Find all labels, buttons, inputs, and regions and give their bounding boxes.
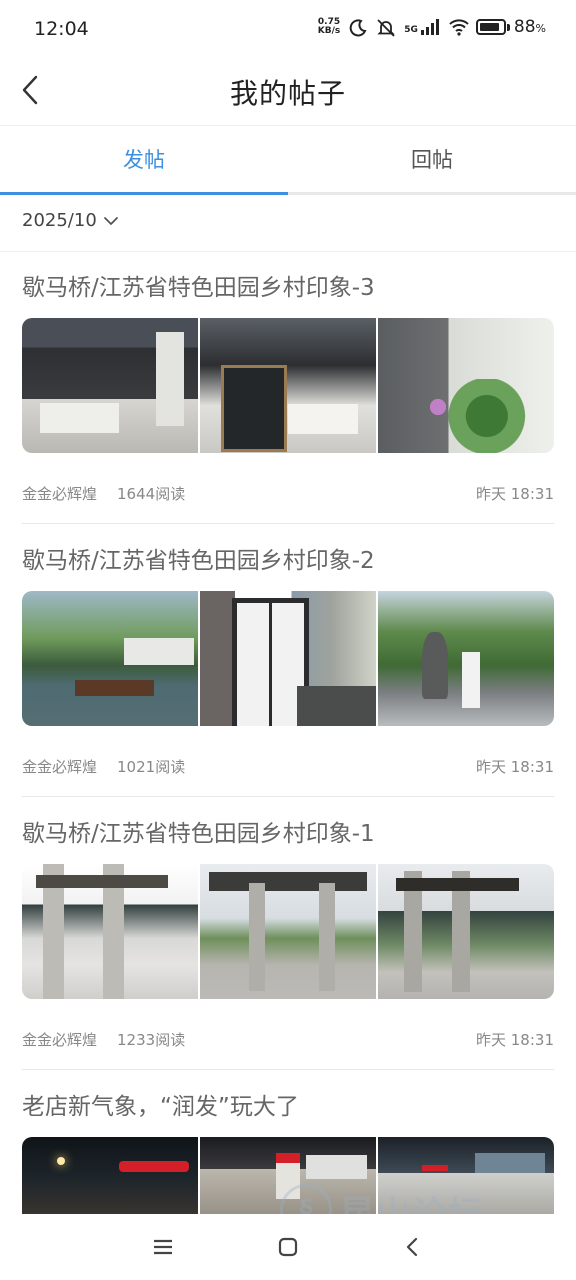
post-item[interactable]: 歇马桥/江苏省特色田园乡村印象-1 金金必辉煌 1233阅读 昨天 18:31 <box>22 819 554 1070</box>
post-read-count: 1233阅读 <box>117 1031 186 1049</box>
post-image[interactable] <box>22 1137 198 1217</box>
post-time: 昨天 18:31 <box>476 485 554 503</box>
moon-icon <box>348 18 368 37</box>
chevron-down-icon <box>103 216 118 225</box>
post-image-gallery[interactable] <box>22 318 554 453</box>
back-icon <box>406 1237 418 1257</box>
post-meta: 金金必辉煌 1021阅读 昨天 18:31 <box>22 756 554 777</box>
post-image[interactable] <box>22 318 198 453</box>
divider <box>0 251 576 252</box>
post-time: 昨天 18:31 <box>476 1031 554 1049</box>
post-time: 昨天 18:31 <box>476 758 554 776</box>
month-filter-dropdown[interactable]: 2025/10 <box>22 210 119 231</box>
network-speed-unit: KB/s <box>317 26 341 36</box>
tab-bar: 发帖 回帖 <box>0 127 576 195</box>
tab-posts[interactable]: 发帖 <box>0 127 288 195</box>
post-image-gallery[interactable] <box>22 864 554 999</box>
post-author: 金金必辉煌 <box>22 1031 98 1049</box>
status-time: 12:04 <box>34 18 89 40</box>
post-meta: 金金必辉煌 1233阅读 昨天 18:31 <box>22 1029 554 1050</box>
home-icon <box>278 1237 298 1257</box>
battery-icon: 88% <box>475 17 546 37</box>
post-image[interactable] <box>378 864 554 999</box>
post-read-count: 1644阅读 <box>117 485 186 503</box>
post-title[interactable]: 歇马桥/江苏省特色田园乡村印象-1 <box>22 819 554 849</box>
status-bar: 12:04 0.75 KB/s 5G 88% <box>0 0 576 60</box>
system-back-button[interactable] <box>397 1232 427 1262</box>
post-image-gallery[interactable] <box>22 591 554 726</box>
bell-off-icon <box>376 18 396 37</box>
post-title[interactable]: 老店新气象，“润发”玩大了 <box>22 1092 554 1122</box>
post-image[interactable] <box>22 591 198 726</box>
post-image[interactable] <box>22 864 198 999</box>
wifi-icon <box>448 18 469 36</box>
system-nav-bar <box>0 1214 576 1280</box>
month-filter-value: 2025/10 <box>22 210 97 231</box>
tab-replies[interactable]: 回帖 <box>288 127 576 192</box>
header: 我的帖子 <box>0 60 576 126</box>
post-image[interactable] <box>200 591 376 726</box>
post-image[interactable] <box>378 591 554 726</box>
post-author: 金金必辉煌 <box>22 758 98 776</box>
divider <box>22 523 554 524</box>
post-item[interactable]: 歇马桥/江苏省特色田园乡村印象-3 金金必辉煌 1644阅读 昨天 18:31 <box>22 273 554 524</box>
post-author: 金金必辉煌 <box>22 485 98 503</box>
post-item[interactable]: 歇马桥/江苏省特色田园乡村印象-2 金金必辉煌 1021阅读 昨天 18:31 <box>22 546 554 797</box>
divider <box>22 1069 554 1070</box>
post-read-count: 1021阅读 <box>117 758 186 776</box>
network-speed: 0.75 KB/s <box>318 18 340 36</box>
battery-percent: 88% <box>513 17 546 37</box>
divider <box>22 796 554 797</box>
signal-icon: 5G <box>404 19 440 35</box>
menu-icon <box>154 1239 172 1255</box>
post-image[interactable] <box>200 864 376 999</box>
post-item[interactable]: 老店新气象，“润发”玩大了 <box>22 1092 554 1217</box>
post-title[interactable]: 歇马桥/江苏省特色田园乡村印象-3 <box>22 273 554 303</box>
page-title: 我的帖子 <box>229 77 346 110</box>
home-button[interactable] <box>273 1232 303 1262</box>
post-title[interactable]: 歇马桥/江苏省特色田园乡村印象-2 <box>22 546 554 576</box>
post-meta: 金金必辉煌 1644阅读 昨天 18:31 <box>22 483 554 504</box>
signal-label: 5G <box>404 25 418 35</box>
post-image[interactable] <box>200 318 376 453</box>
recent-apps-button[interactable] <box>148 1232 178 1262</box>
status-icons: 0.75 KB/s 5G 88% <box>318 17 546 37</box>
post-image[interactable] <box>378 318 554 453</box>
